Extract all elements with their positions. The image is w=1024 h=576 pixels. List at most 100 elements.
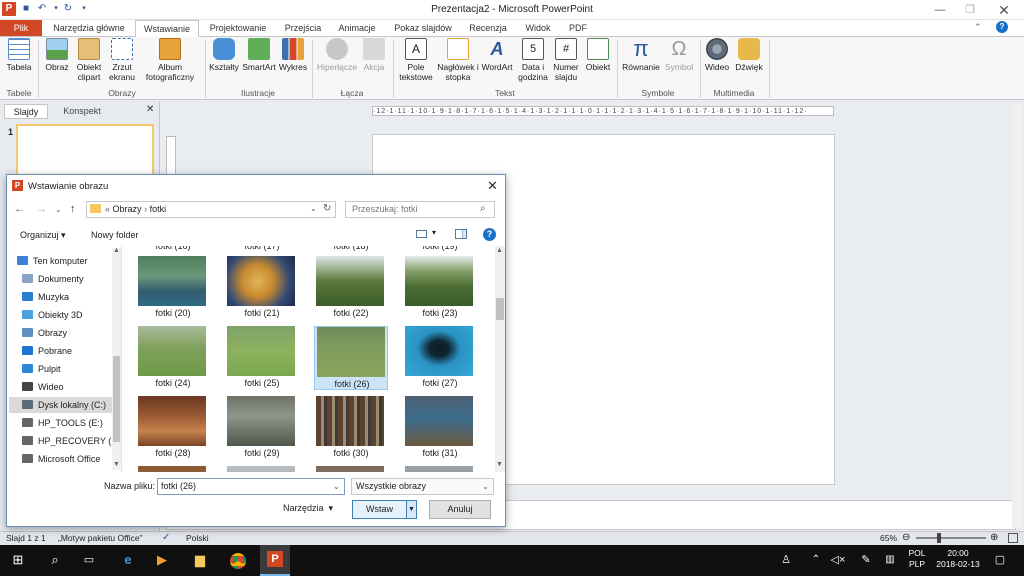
help-icon[interactable]: ? <box>996 21 1008 33</box>
start-icon[interactable]: ⊞ <box>8 550 28 570</box>
date-time-button[interactable]: 5 Data i godzina <box>516 38 550 82</box>
file-item[interactable]: fotki (24) <box>136 326 210 390</box>
zoom-slider-thumb[interactable] <box>937 533 941 543</box>
file-item[interactable]: fotki (23) <box>403 256 477 320</box>
file-caption[interactable]: fotki (19) <box>403 246 477 251</box>
zoom-level[interactable]: 65% <box>880 533 897 543</box>
chart-button[interactable]: Wykres <box>277 38 309 72</box>
notifications-icon[interactable]: ▢ <box>990 550 1010 570</box>
file-explorer-icon[interactable]: ▆ <box>190 550 210 570</box>
symbol-button[interactable]: Ω Symbol <box>663 38 695 72</box>
minimize-ribbon-icon[interactable]: ⌃ <box>974 22 982 33</box>
restore-icon[interactable]: ❐ <box>956 2 984 18</box>
file-item[interactable]: fotki (33) <box>225 466 299 472</box>
tab-home[interactable]: Narzędzia główne <box>47 20 131 36</box>
close-window-icon[interactable]: ✕ <box>990 2 1018 18</box>
header-footer-button[interactable]: Nagłówek i stopka <box>437 38 479 82</box>
tab-view[interactable]: Widok <box>519 20 557 36</box>
tab-animations[interactable]: Animacje <box>333 20 381 36</box>
file-item[interactable]: fotki (28) <box>136 396 210 460</box>
file-item[interactable]: fotki (35) <box>403 466 477 472</box>
address-bar[interactable]: « Obrazy › fotki <box>86 201 336 218</box>
tree-scroll-up-icon[interactable]: ▲ <box>113 247 120 254</box>
powerpoint-app-icon[interactable]: P <box>2 2 16 16</box>
insert-dropdown-icon[interactable]: ▼ <box>406 501 416 518</box>
undo-icon[interactable]: ↶ <box>36 3 48 15</box>
preview-pane-icon[interactable] <box>455 229 467 239</box>
fit-to-window-icon[interactable] <box>1008 533 1018 543</box>
back-icon[interactable]: ← <box>14 203 25 215</box>
file-item[interactable]: fotki (29) <box>225 396 299 460</box>
tab-insert[interactable]: Wstawianie <box>135 20 199 37</box>
tree-item[interactable]: Pobrane <box>22 343 112 359</box>
clipart-button[interactable]: Obiekt clipart <box>73 38 105 82</box>
file-item[interactable]: fotki (30) <box>314 396 388 460</box>
close-panel-icon[interactable]: ✕ <box>146 104 154 115</box>
dialog-help-icon[interactable]: ? <box>483 228 496 241</box>
filter-dropdown-icon[interactable]: ⌄ <box>482 482 489 491</box>
tree-scroll-down-icon[interactable]: ▼ <box>113 461 120 468</box>
language-status[interactable]: Polski <box>186 533 209 543</box>
wordart-button[interactable]: A WordArt <box>479 38 515 72</box>
edge-icon[interactable]: e <box>118 550 138 570</box>
shapes-button[interactable]: Kształty <box>208 38 240 72</box>
search-taskbar-icon[interactable]: ⌕ <box>45 550 65 570</box>
file-item[interactable]: fotki (26) <box>314 326 388 390</box>
grid-scroll-up-icon[interactable]: ▲ <box>496 247 503 254</box>
organize-menu[interactable]: Organizuj ▾ <box>20 230 66 241</box>
tree-item[interactable]: Microsoft Office <box>22 451 112 467</box>
address-dropdown-icon[interactable]: ⌄ <box>310 204 317 213</box>
object-button[interactable]: Obiekt <box>582 38 614 72</box>
screenshot-button[interactable]: Zrzut ekranu <box>106 38 138 82</box>
clock[interactable]: 20:00 2018-02-13 <box>934 548 982 570</box>
file-item[interactable]: fotki (34) <box>314 466 388 472</box>
breadcrumb-fotki[interactable]: fotki <box>150 204 167 214</box>
dialog-close-icon[interactable]: ✕ <box>487 178 498 194</box>
breadcrumb-overflow[interactable]: « <box>105 204 110 214</box>
tree-item[interactable]: HP_TOOLS (E:) <box>22 415 112 431</box>
redo-icon[interactable]: ↻ <box>62 3 74 15</box>
file-item[interactable]: fotki (21) <box>225 256 299 320</box>
zoom-out-icon[interactable]: ⊖ <box>902 532 910 543</box>
spellcheck-icon[interactable]: ✓ <box>162 532 170 543</box>
grid-scroll-down-icon[interactable]: ▼ <box>496 461 503 468</box>
file-type-filter[interactable]: Wszystkie obrazy <box>351 478 494 495</box>
tree-item[interactable]: Dokumenty <box>22 271 112 287</box>
search-input[interactable]: Przeszukaj: fotki <box>345 201 495 218</box>
vertical-scrollbar[interactable] <box>1012 104 1022 528</box>
tab-pdf[interactable]: PDF <box>563 20 593 36</box>
task-view-icon[interactable]: ▭ <box>79 550 99 570</box>
equation-button[interactable]: π Równanie <box>620 38 662 73</box>
hyperlink-button[interactable]: Hiperłącze <box>315 38 359 72</box>
refresh-icon[interactable]: ↻ <box>323 203 331 214</box>
tree-item[interactable]: HP_RECOVERY ( <box>22 433 112 449</box>
tab-outline[interactable]: Konspekt <box>54 104 110 119</box>
tree-item[interactable]: Wideo <box>22 379 112 395</box>
media-player-icon[interactable]: ▶ <box>152 550 172 570</box>
video-button[interactable]: Wideo <box>702 38 732 72</box>
filename-input[interactable]: fotki (26) <box>157 478 345 495</box>
up-folder-icon[interactable]: ↑ <box>70 203 76 215</box>
chrome-icon[interactable] <box>228 550 248 570</box>
file-item[interactable]: fotki (25) <box>225 326 299 390</box>
smartart-button[interactable]: SmartArt <box>241 38 277 72</box>
tree-item[interactable]: Obiekty 3D <box>22 307 112 323</box>
tree-item[interactable]: Ten komputer <box>17 253 107 269</box>
tab-review[interactable]: Recenzja <box>465 20 511 36</box>
tab-file[interactable]: Plik <box>0 20 42 36</box>
file-item[interactable]: fotki (31) <box>403 396 477 460</box>
tree-item[interactable]: Obrazy <box>22 325 112 341</box>
slide-number-button[interactable]: # Numer slajdu <box>550 38 582 82</box>
table-button[interactable]: Tabela <box>4 38 34 72</box>
grid-scroll-thumb[interactable] <box>496 298 504 320</box>
view-options-icon[interactable] <box>416 230 427 238</box>
file-caption[interactable]: fotki (17) <box>225 246 299 251</box>
theme-status[interactable]: „Motyw pakietu Office” <box>58 533 142 543</box>
file-item[interactable]: fotki (32) <box>136 466 210 472</box>
tab-design[interactable]: Projektowanie <box>203 20 273 36</box>
cancel-button[interactable]: Anuluj <box>429 500 491 519</box>
tree-scroll-thumb[interactable] <box>113 356 120 442</box>
search-icon[interactable]: ⌕ <box>480 203 486 214</box>
picture-button[interactable]: Obraz <box>42 38 72 72</box>
action-button[interactable]: Akcja <box>360 38 388 72</box>
